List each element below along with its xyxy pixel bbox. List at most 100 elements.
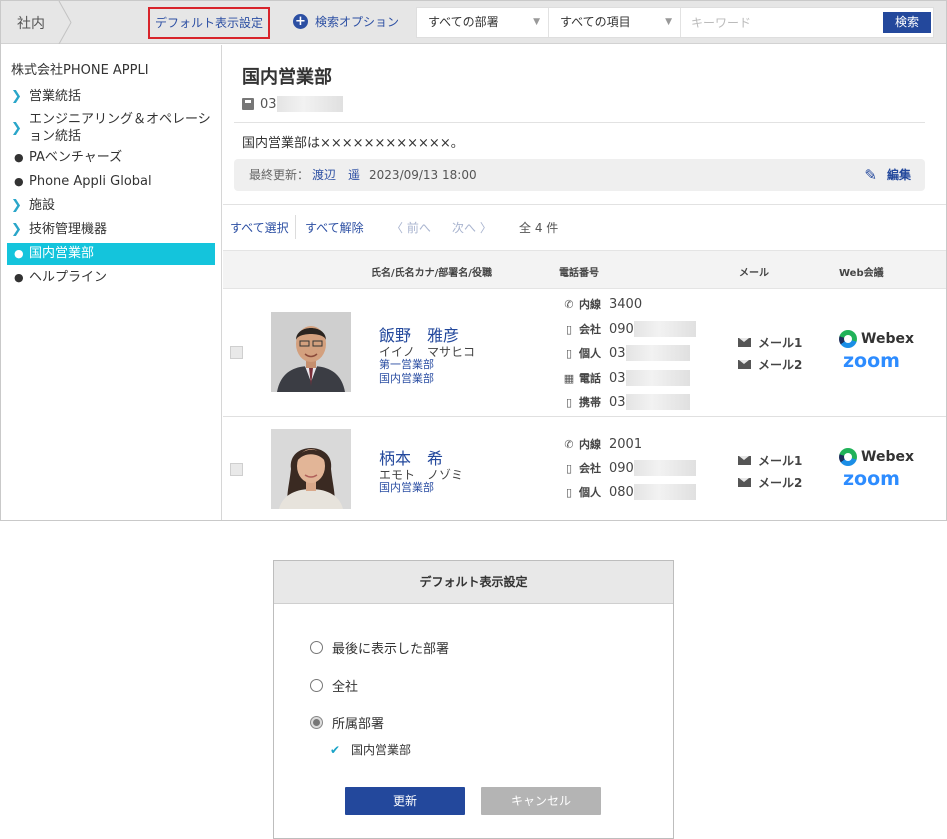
webex-label: Webex — [861, 449, 914, 465]
update-button[interactable]: 更新 — [345, 787, 465, 815]
item-select-value: すべての項目 — [560, 15, 631, 29]
dept-phone: 03 — [242, 96, 343, 112]
sidebar-item-sales[interactable]: ❯ 営業統括 — [7, 88, 215, 105]
avatar[interactable] — [271, 312, 351, 392]
phone-number: 080 — [609, 484, 634, 500]
sidebar-item-label: ヘルプライン — [29, 270, 108, 285]
radio-own-dept[interactable]: 所属部署 — [310, 713, 384, 732]
phone-company[interactable]: ▯ 会社 090 — [563, 460, 696, 476]
item-select[interactable]: すべての項目 ▼ — [549, 8, 681, 37]
dept-select-value: すべての部署 — [428, 15, 499, 29]
phone-extension[interactable]: ✆ 内線 2001 — [563, 436, 642, 452]
column-header-phone: 電話番号 — [559, 268, 599, 279]
divider — [295, 215, 296, 239]
envelope-icon — [738, 456, 751, 465]
mail2-link[interactable]: メール2 — [738, 356, 802, 373]
mobile-icon: ▯ — [565, 395, 573, 409]
row-checkbox[interactable] — [230, 346, 243, 359]
updated-by-link[interactable]: 渡辺 遥 — [312, 168, 360, 182]
phone-label: 携帯 — [579, 396, 601, 409]
table-row: 飯野 雅彦 イイノ マサヒコ 第一営業部 国内営業部 ✆ 内線 3400 ▯ 会… — [223, 290, 946, 417]
zoom-button[interactable]: zoom — [843, 468, 900, 490]
phone-extension[interactable]: ✆ 内線 3400 — [563, 296, 642, 312]
prev-page-button[interactable]: 〈 前へ — [391, 219, 431, 236]
sidebar-item-tech-equipment[interactable]: ❯ 技術管理機器 — [7, 221, 215, 238]
sidebar-item-label: PAベンチャーズ — [29, 150, 123, 165]
envelope-icon — [738, 478, 751, 487]
sidebar-item-global[interactable]: ● Phone Appli Global — [7, 173, 215, 190]
zoom-button[interactable]: zoom — [843, 350, 900, 372]
sidebar-company[interactable]: 株式会社PHONE APPLI — [11, 59, 149, 78]
phone-personal[interactable]: ▯ 個人 080 — [563, 484, 696, 500]
default-setting-dialog: デフォルト表示設定 最後に表示した部署 全社 所属部署 ✔ 国内営業部 更新 キ… — [273, 560, 674, 839]
phone-label: 会社 — [579, 462, 601, 475]
next-page-button[interactable]: 次へ 〉 — [452, 219, 492, 236]
sidebar-item-engineering[interactable]: ❯ エンジニアリング＆オペレーション統括 — [7, 111, 215, 145]
edit-button[interactable]: ✎ 編集 — [864, 159, 911, 191]
result-count: 全 4 件 — [519, 221, 559, 235]
deselect-all-button[interactable]: すべて解除 — [305, 219, 364, 236]
cancel-button[interactable]: キャンセル — [481, 787, 601, 815]
phone-label: 内線 — [579, 438, 601, 451]
sidebar-item-facilities[interactable]: ❯ 施設 — [7, 197, 215, 214]
mail-label: メール2 — [758, 476, 803, 490]
webex-label: Webex — [861, 331, 914, 347]
select-all-button[interactable]: すべて選択 — [230, 219, 289, 236]
person-photo-icon — [271, 312, 351, 392]
dept-checkbox[interactable]: ✔ 国内営業部 — [330, 741, 411, 758]
phone-mobile[interactable]: ▯ 携帯 03 — [563, 394, 690, 410]
redacted-number — [625, 394, 690, 410]
bullet-icon: ● — [14, 151, 24, 164]
phone-number: 090 — [609, 321, 634, 337]
search-option-link[interactable]: + 検索オプション — [293, 13, 399, 30]
updated-label: 最終更新： — [249, 168, 310, 182]
radio-last-viewed[interactable]: 最後に表示した部署 — [310, 638, 449, 657]
sidebar-item-helpline[interactable]: ● ヘルプライン — [7, 269, 215, 286]
redacted-number — [633, 484, 696, 500]
envelope-icon — [738, 338, 751, 347]
table-row: 柄本 希 エモト ノゾミ 国内営業部 ✆ 内線 2001 ▯ 会社 090 ▯ … — [223, 418, 946, 520]
webex-button[interactable]: Webex — [839, 448, 914, 466]
sidebar: 株式会社PHONE APPLI ❯ 営業統括 ❯ エンジニアリング＆オペレーショ… — [1, 45, 222, 520]
webex-button[interactable]: Webex — [839, 330, 914, 348]
person-dept-link[interactable]: 第一営業部 — [379, 358, 434, 372]
search-box: すべての部署 ▼ すべての項目 ▼ 検索 — [416, 7, 934, 38]
radio-label: 最後に表示した部署 — [332, 642, 450, 657]
sidebar-item-label: 施設 — [29, 198, 56, 213]
phone-tel[interactable]: ▦ 電話 03 — [563, 370, 690, 386]
mobile-icon: ▯ — [565, 485, 573, 499]
mail2-link[interactable]: メール2 — [738, 474, 802, 491]
redacted-number — [625, 345, 690, 361]
bullet-icon: ● — [14, 271, 24, 284]
row-checkbox[interactable] — [230, 463, 243, 476]
keyword-input[interactable] — [683, 10, 873, 35]
phone-company[interactable]: ▯ 会社 090 — [563, 321, 696, 337]
dept-phone-number: 03 — [260, 96, 277, 112]
sidebar-item-label: 国内営業部 — [29, 246, 95, 261]
sidebar-item-domestic-sales[interactable]: ● 国内営業部 — [7, 243, 215, 265]
person-dept-link[interactable]: 国内営業部 — [379, 481, 434, 495]
phone-personal[interactable]: ▯ 個人 03 — [563, 345, 690, 361]
search-button[interactable]: 検索 — [883, 12, 931, 33]
person-dept-link[interactable]: 国内営業部 — [379, 372, 434, 386]
phone-label: 会社 — [579, 323, 601, 336]
bullet-icon: ● — [14, 175, 24, 188]
fax-icon: ▦ — [563, 371, 575, 385]
chevron-left-icon: 〈 — [391, 221, 407, 235]
update-info-bar: 最終更新： 渡辺 遥 2023/09/13 18:00 ✎ 編集 — [234, 159, 925, 191]
mail1-link[interactable]: メール1 — [738, 452, 802, 469]
default-display-setting-button[interactable]: デフォルト表示設定 — [148, 7, 270, 39]
radio-all-company[interactable]: 全社 — [310, 676, 358, 695]
column-header-web: Web会議 — [839, 268, 884, 279]
phone-label: 電話 — [579, 372, 601, 385]
sidebar-item-pa-ventures[interactable]: ● PAベンチャーズ — [7, 149, 215, 166]
avatar[interactable] — [271, 429, 351, 509]
mail-label: メール1 — [758, 454, 803, 468]
dept-select[interactable]: すべての部署 ▼ — [417, 8, 549, 37]
phone-number: 090 — [609, 460, 634, 476]
table-header: 氏名/氏名カナ/部署名/役職 電話番号 メール Web会議 — [223, 250, 946, 289]
chevron-right-icon: ❯ — [11, 198, 22, 213]
breadcrumb[interactable]: 社内 — [17, 13, 45, 33]
mail1-link[interactable]: メール1 — [738, 334, 802, 351]
checkbox-label: 国内営業部 — [351, 743, 412, 757]
